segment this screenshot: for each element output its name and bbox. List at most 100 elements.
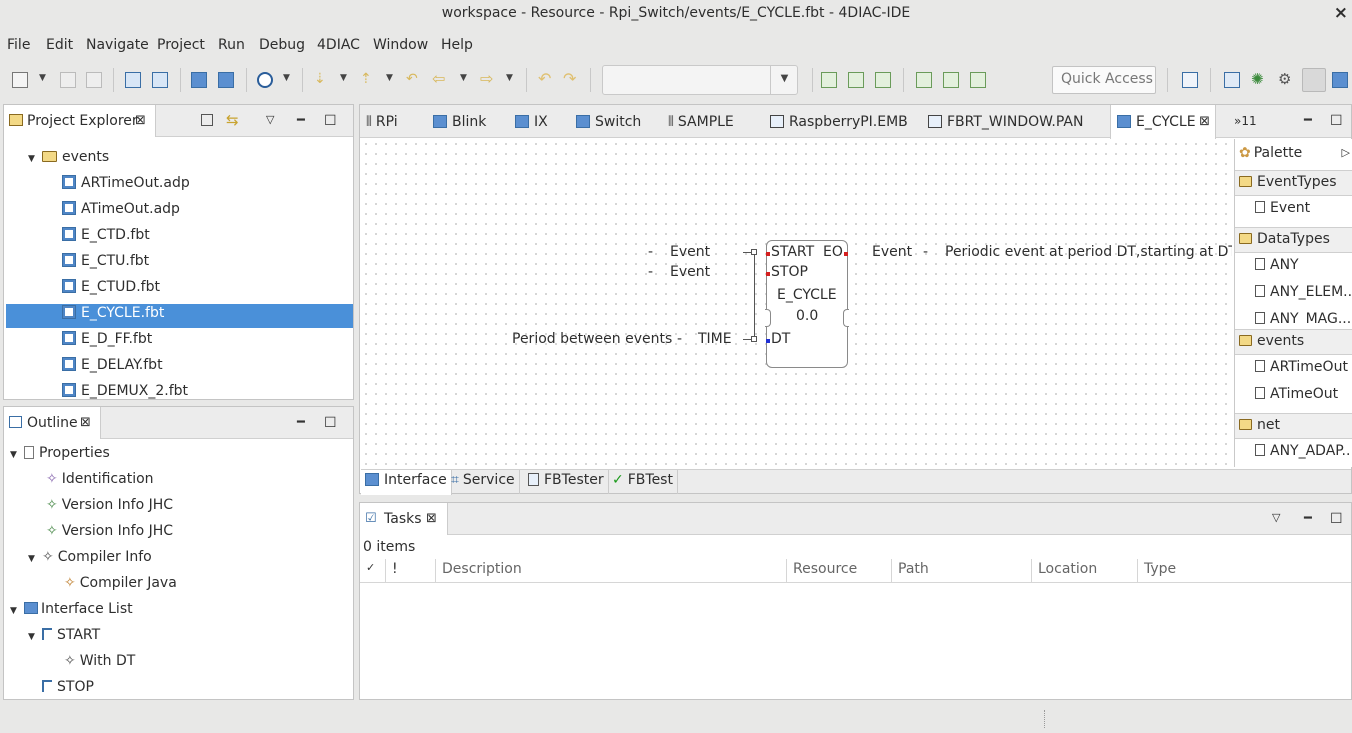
chevron-down-icon[interactable]: ▼: [28, 632, 38, 642]
import-icon[interactable]: [191, 72, 207, 88]
new-system-icon[interactable]: [152, 72, 168, 88]
tab-switch[interactable]: Switch: [576, 105, 641, 138]
pin-stop[interactable]: STOP: [771, 264, 808, 280]
menu-4diac[interactable]: 4DIAC: [317, 37, 360, 53]
tree-file[interactable]: ARTimeOut.adp: [62, 175, 190, 201]
column-description[interactable]: Description: [436, 559, 787, 583]
palette-group-net[interactable]: net: [1235, 413, 1352, 439]
tree-file[interactable]: E_CTUD.fbt: [62, 279, 160, 305]
align-bottom-icon[interactable]: [970, 72, 986, 88]
event-pin[interactable]: [766, 272, 770, 276]
pin-eo[interactable]: EO: [823, 244, 843, 260]
tab-interface[interactable]: Interface: [361, 470, 452, 495]
chevron-down-icon[interactable]: ▼: [28, 554, 38, 564]
debug-perspective-icon[interactable]: ✺: [1251, 72, 1267, 88]
outline-item[interactable]: ✧ With DT: [64, 653, 135, 679]
minimize-icon[interactable]: ━: [1304, 113, 1312, 128]
toolbar-combo[interactable]: [602, 65, 798, 95]
collapse-all-icon[interactable]: [201, 114, 213, 126]
chevron-down-icon[interactable]: ▼: [770, 65, 798, 95]
column-path[interactable]: Path: [892, 559, 1032, 583]
new-type-icon[interactable]: [125, 72, 141, 88]
palette-item[interactable]: ANY_ADAP...: [1255, 443, 1352, 459]
outline-item[interactable]: ✧ Compiler Java: [64, 575, 177, 601]
tree-file[interactable]: E_DEMUX_2.fbt: [62, 383, 188, 399]
redo-icon[interactable]: ↷: [563, 71, 579, 88]
close-icon[interactable]: ⊠: [426, 511, 437, 526]
save-all-icon[interactable]: [86, 72, 102, 88]
align-center-icon[interactable]: [848, 72, 864, 88]
link-editor-icon[interactable]: ⇆: [226, 111, 239, 129]
menu-run[interactable]: Run: [218, 37, 245, 53]
menu-navigate[interactable]: Navigate: [86, 37, 149, 53]
open-perspective-icon[interactable]: [1182, 72, 1198, 88]
close-icon[interactable]: ×: [1334, 3, 1348, 23]
next-annotation-dropdown-icon[interactable]: ▼: [340, 73, 347, 83]
deployment-perspective-icon[interactable]: ⚙: [1278, 72, 1294, 88]
column-completed[interactable]: ✓: [360, 559, 386, 583]
outline-item[interactable]: ▼ ✧ Compiler Info: [28, 549, 152, 575]
tree-file[interactable]: E_D_FF.fbt: [62, 331, 152, 357]
outline-item[interactable]: ✧ Version Info JHC: [46, 523, 173, 549]
maximize-icon[interactable]: ☐: [1330, 511, 1343, 527]
tree-file-selected[interactable]: E_CYCLE.fbt: [6, 304, 353, 328]
column-resource[interactable]: Resource: [787, 559, 892, 583]
maximize-icon[interactable]: ☐: [324, 415, 337, 431]
pin-dt[interactable]: DT: [771, 331, 790, 347]
tree-file[interactable]: ATimeOut.adp: [62, 201, 180, 227]
menu-debug[interactable]: Debug: [259, 37, 305, 53]
menu-file[interactable]: File: [7, 37, 30, 53]
pin-start[interactable]: START: [771, 244, 814, 260]
outline-item[interactable]: ✧ Version Info JHC: [46, 497, 173, 523]
tab-fbrt-window[interactable]: FBRT_WINDOW.PAN: [928, 105, 1083, 138]
type-perspective-icon[interactable]: [1332, 72, 1348, 88]
new-dropdown-icon[interactable]: ▼: [39, 73, 46, 83]
tab-service[interactable]: ⌗ Service: [447, 470, 520, 494]
back-dropdown-icon[interactable]: ▼: [460, 73, 467, 83]
forward-icon[interactable]: ⇨: [480, 71, 496, 88]
palette-item[interactable]: ANY_ELEM...: [1255, 284, 1352, 300]
align-top-icon[interactable]: [916, 72, 932, 88]
minimize-icon[interactable]: ━: [297, 415, 305, 430]
event-pin[interactable]: [844, 252, 848, 256]
tree-file[interactable]: E_CTD.fbt: [62, 227, 150, 253]
align-left-icon[interactable]: [821, 72, 837, 88]
palette-group-datatypes[interactable]: DataTypes: [1235, 227, 1352, 253]
chevron-down-icon[interactable]: ▼: [10, 606, 20, 616]
tab-fbtest[interactable]: ✓ FBTest: [608, 470, 678, 494]
tab-fbtester[interactable]: FBTester: [524, 470, 609, 494]
search-dropdown-icon[interactable]: ▼: [283, 73, 290, 83]
palette-item[interactable]: ATimeOut: [1255, 386, 1352, 402]
menu-edit[interactable]: Edit: [46, 37, 73, 53]
chevron-down-icon[interactable]: ▼: [28, 154, 38, 164]
chevron-right-icon[interactable]: ▷: [1342, 146, 1350, 159]
align-middle-icon[interactable]: [943, 72, 959, 88]
tab-sample[interactable]: ⫴ SAMPLE: [668, 105, 734, 138]
outline-item[interactable]: ✧ Identification: [46, 471, 154, 497]
search-icon[interactable]: [257, 72, 273, 88]
menu-window[interactable]: Window: [373, 37, 428, 53]
tree-folder-events[interactable]: ▼ events: [28, 149, 109, 175]
minimize-icon[interactable]: ━: [1304, 511, 1312, 526]
outline-item[interactable]: ▼ START: [28, 627, 100, 653]
tree-file[interactable]: E_DELAY.fbt: [62, 357, 163, 383]
tab-rpi[interactable]: ⫴ RPi: [366, 105, 398, 138]
tab-project-explorer[interactable]: Project Explorer ⊠: [4, 105, 156, 137]
save-icon[interactable]: [60, 72, 76, 88]
export-icon[interactable]: [218, 72, 234, 88]
palette-item[interactable]: ANY: [1255, 257, 1352, 273]
close-icon[interactable]: ⊠: [1199, 114, 1210, 129]
tab-tasks[interactable]: ☑ Tasks ⊠: [360, 503, 448, 535]
align-right-icon[interactable]: [875, 72, 891, 88]
new-icon[interactable]: [12, 72, 28, 88]
column-type[interactable]: Type: [1138, 559, 1351, 583]
tab-ix[interactable]: IX: [515, 105, 548, 138]
maximize-icon[interactable]: ☐: [1330, 113, 1343, 129]
menu-project[interactable]: Project: [157, 37, 205, 53]
forward-dropdown-icon[interactable]: ▼: [506, 73, 513, 83]
undo-icon[interactable]: ↶: [538, 71, 554, 88]
palette-item[interactable]: Event: [1255, 200, 1352, 216]
data-pin[interactable]: [766, 339, 770, 343]
tab-outline[interactable]: Outline ⊠: [4, 407, 101, 439]
prev-annotation-dropdown-icon[interactable]: ▼: [386, 73, 393, 83]
